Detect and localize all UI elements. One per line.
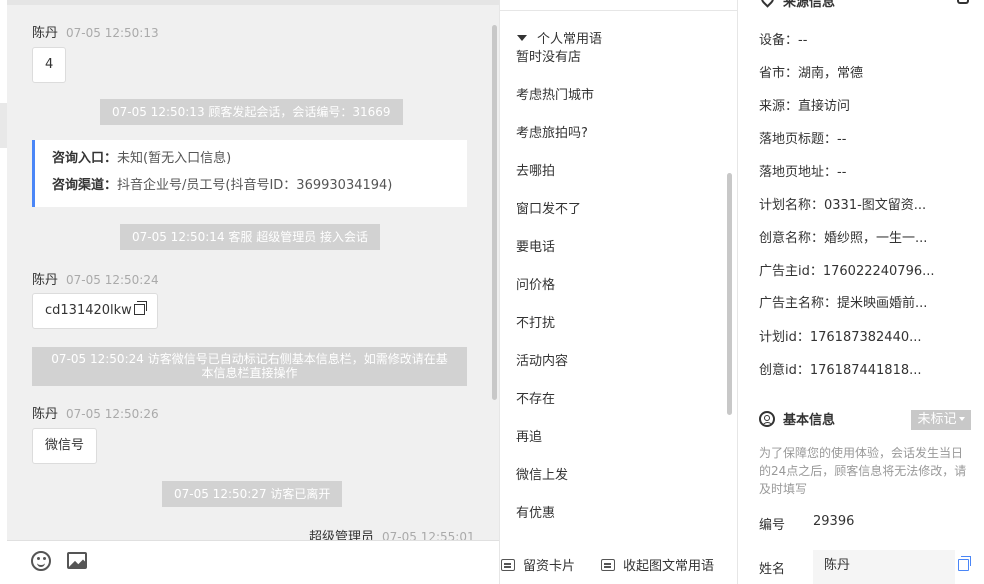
- source-info-title: 来源信息: [783, 0, 836, 10]
- collapse-phrases-button[interactable]: 收起图文常用语: [601, 555, 714, 574]
- chat-input-toolbar: [7, 540, 499, 584]
- info-source: 来源：直接访问: [759, 99, 851, 114]
- message-bubble: cd131420lkw: [32, 293, 158, 329]
- id-label: 编号: [759, 518, 786, 533]
- id-value: 29396: [813, 514, 855, 529]
- info-advertiser-id: 广告主id：176022240796...: [759, 264, 935, 279]
- phrase-item[interactable]: 考虑旅拍吗?: [516, 122, 588, 141]
- info-landing-title: 落地页标题：--: [759, 132, 847, 147]
- phrase-item[interactable]: 去哪拍: [516, 160, 555, 179]
- tag-label: 未标记: [917, 412, 957, 427]
- phrases-scrollbar[interactable]: [727, 173, 732, 415]
- sender-name: 陈丹: [32, 273, 59, 288]
- entry-value: 未知(暂无入口信息): [117, 151, 232, 166]
- system-message: 07-05 12:50:14 客服 超级管理员 接入会话: [120, 224, 381, 250]
- phrase-item[interactable]: 考虑热门城市: [516, 84, 594, 103]
- button-label: 收起图文常用语: [623, 559, 715, 574]
- location-icon: [758, 0, 777, 8]
- copy-icon[interactable]: [133, 301, 147, 315]
- phrase-item[interactable]: 有优惠: [516, 502, 555, 521]
- lock-icon[interactable]: [957, 0, 969, 4]
- message-sender-agent: 超级管理员 07-05 12:55:01: [309, 526, 475, 540]
- left-edge: [0, 0, 7, 584]
- phrase-item[interactable]: 不打扰: [516, 312, 555, 331]
- phrase-item[interactable]: 问价格: [516, 274, 555, 293]
- message-bubble: 微信号: [32, 428, 98, 464]
- system-line: 本信息栏直接操作: [201, 366, 298, 380]
- sender-name: 陈丹: [32, 26, 59, 41]
- info-plan-name: 计划名称：0331-图文留资...: [759, 198, 927, 213]
- name-field[interactable]: 陈丹: [813, 550, 955, 584]
- info-region: 省市：湖南，常德: [759, 66, 864, 81]
- message-list[interactable]: 陈丹 07-05 12:50:13 4 07-05 12:50:13 顾客发起会话…: [7, 5, 493, 540]
- tag-dropdown[interactable]: 未标记: [911, 410, 971, 430]
- phrase-item[interactable]: 暂时没有店: [516, 46, 581, 65]
- message-time: 07-05 12:55:01: [382, 530, 475, 540]
- emoji-icon[interactable]: [31, 551, 51, 571]
- system-message: 07-05 12:50:27 访客已离开: [162, 481, 343, 507]
- list-icon: [601, 559, 615, 571]
- info-plan-id: 计划id：176187382440...: [759, 330, 922, 345]
- message-bubble: 4: [32, 47, 67, 83]
- message-sender: 陈丹 07-05 12:50:24: [32, 269, 159, 288]
- phrase-item[interactable]: 窗口发不了: [516, 198, 581, 217]
- phrase-group-header[interactable]: 个人常用语: [517, 28, 602, 47]
- info-creative-name: 创意名称：婚纱照，一生一...: [759, 231, 928, 246]
- phrase-item[interactable]: 活动内容: [516, 350, 568, 369]
- chat-scrollbar[interactable]: [492, 25, 497, 400]
- system-message-multiline: 07-05 12:50:24 访客微信号已自动标记右侧基本信息栏，如需修改请在基…: [32, 347, 467, 386]
- collapse-tab[interactable]: [0, 103, 7, 148]
- channel-value: 抖音企业号/员工号(抖音号ID：36993034194): [117, 178, 393, 193]
- phrase-group-title: 个人常用语: [537, 32, 603, 47]
- phrase-item[interactable]: 微信上发: [516, 464, 568, 483]
- info-advertiser-name: 广告主名称：提米映画婚前...: [759, 296, 928, 311]
- divider: [500, 10, 738, 11]
- phrase-item[interactable]: 要电话: [516, 236, 555, 255]
- sender-name: 陈丹: [32, 407, 59, 422]
- message-text: cd131420lkw: [45, 303, 132, 318]
- channel-label: 咨询渠道：: [52, 178, 118, 193]
- card-icon: [501, 559, 515, 571]
- copy-icon[interactable]: [958, 556, 971, 571]
- consult-info-card: 咨询入口：未知(暂无入口信息) 咨询渠道：抖音企业号/员工号(抖音号ID：369…: [32, 140, 467, 207]
- basic-info-title: 基本信息: [783, 413, 836, 428]
- entry-label: 咨询入口：: [52, 151, 118, 166]
- caret-down-icon: [958, 417, 965, 421]
- quick-phrases-panel: 个人常用语 暂时没有店 考虑热门城市 考虑旅拍吗? 去哪拍 窗口发不了 要电话 …: [499, 0, 738, 584]
- phrase-item[interactable]: 不存在: [516, 388, 555, 407]
- edit-notice: 为了保障您的使用体验，会话发生当日的24点之后，顾客信息将无法修改，请及时填写: [759, 446, 967, 496]
- message-sender: 陈丹 07-05 12:50:13: [32, 22, 159, 41]
- sender-name: 超级管理员: [309, 530, 375, 540]
- message-time: 07-05 12:50:24: [66, 273, 159, 287]
- name-label: 姓名: [759, 562, 786, 577]
- lead-card-button[interactable]: 留资卡片: [501, 555, 575, 574]
- info-creative-id: 创意id：176187441818...: [759, 363, 922, 378]
- customer-info-panel: 来源信息 设备：-- 省市：湖南，常德 来源：直接访问 落地页标题：-- 落地页…: [739, 0, 984, 584]
- user-icon: [759, 411, 775, 427]
- info-landing-url: 落地页地址：--: [759, 165, 847, 180]
- system-message: 07-05 12:50:13 顾客发起会话，会话编号：31669: [100, 99, 403, 125]
- system-line: 07-05 12:50:24 访客微信号已自动标记右侧基本信息栏，如需修改请在基: [51, 352, 448, 366]
- phrase-item[interactable]: 再追: [516, 426, 542, 445]
- message-time: 07-05 12:50:26: [66, 407, 159, 421]
- info-device: 设备：--: [759, 33, 808, 48]
- image-icon[interactable]: [67, 552, 87, 569]
- basic-info-header: 基本信息: [759, 409, 835, 428]
- message-sender: 陈丹 07-05 12:50:26: [32, 403, 159, 422]
- message-time: 07-05 12:50:13: [66, 26, 159, 40]
- chat-panel: 陈丹 07-05 12:50:13 4 07-05 12:50:13 顾客发起会话…: [0, 0, 499, 584]
- caret-down-icon: [517, 35, 527, 41]
- button-label: 留资卡片: [523, 559, 576, 574]
